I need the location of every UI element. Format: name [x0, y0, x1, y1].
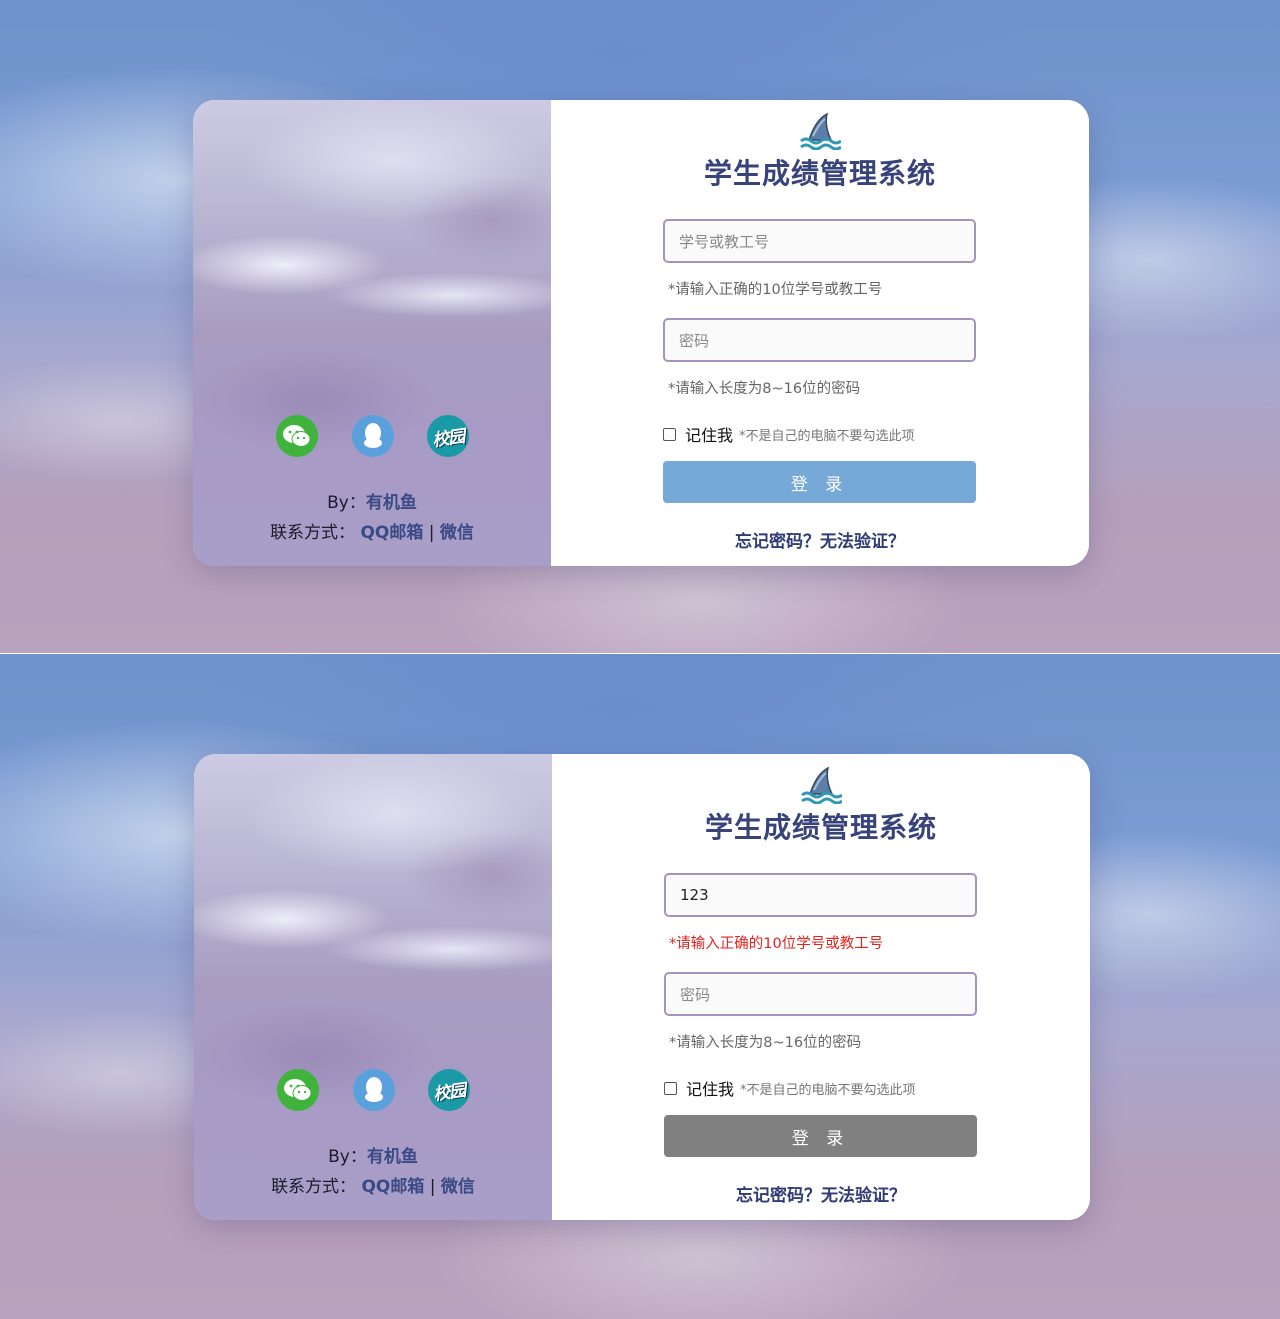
contact-separator: |	[429, 1177, 436, 1197]
contact-wechat-link[interactable]: 微信	[440, 523, 474, 543]
author-name: 有机鱼	[365, 493, 417, 513]
remember-me-label[interactable]: 记住我	[685, 422, 733, 446]
contact-email-link[interactable]: QQ邮箱	[361, 1177, 424, 1197]
shark-fin-logo-icon	[800, 112, 841, 150]
remember-me-note: *不是自己的电脑不要勾选此项	[739, 428, 915, 444]
username-input[interactable]: 123	[664, 873, 977, 917]
login-screen-default: 校园 By：有机鱼 联系方式： QQ邮箱 | 微信 学生成绩管理系统 学号或教工…	[0, 0, 1280, 653]
contact-email-link[interactable]: QQ邮箱	[360, 523, 423, 543]
decorative-panel: 校园 By：有机鱼 联系方式： QQ邮箱 | 微信	[193, 100, 551, 566]
author-name: 有机鱼	[366, 1147, 418, 1167]
username-hint: *请输入正确的10位学号或教工号	[668, 282, 883, 298]
contact-prefix: 联系方式：	[271, 1177, 357, 1197]
username-value: 123	[680, 886, 709, 904]
username-input[interactable]: 学号或教工号	[663, 219, 976, 263]
author-prefix: By：	[328, 1147, 367, 1167]
qq-icon[interactable]	[352, 415, 394, 457]
password-hint: *请输入长度为8~16位的密码	[669, 1035, 862, 1051]
password-hint: *请输入长度为8~16位的密码	[668, 381, 861, 397]
forgot-password-link[interactable]: 忘记密码？无法验证？	[552, 1181, 1090, 1206]
author-prefix: By：	[327, 493, 366, 513]
login-screen-validation: 校园 By：有机鱼 联系方式： QQ邮箱 | 微信 学生成绩管理系统 123 *…	[0, 654, 1280, 1319]
decorative-panel: 校园 By：有机鱼 联系方式： QQ邮箱 | 微信	[194, 754, 552, 1220]
page-title: 学生成绩管理系统	[703, 157, 936, 190]
login-form-panel: 学生成绩管理系统 123 *请输入正确的10位学号或教工号 密码 *请输入长度为…	[552, 754, 1090, 1220]
campus-icon-label: 校园	[431, 426, 466, 451]
author-line: By：有机鱼	[193, 488, 551, 513]
author-line: By：有机鱼	[194, 1142, 552, 1167]
contact-wechat-link[interactable]: 微信	[441, 1177, 475, 1197]
username-placeholder: 学号或教工号	[679, 232, 770, 251]
password-input[interactable]: 密码	[664, 972, 977, 1016]
password-placeholder: 密码	[680, 985, 711, 1004]
wechat-icon[interactable]	[277, 1069, 319, 1111]
wechat-icon[interactable]	[276, 415, 318, 457]
password-placeholder: 密码	[679, 331, 710, 350]
remember-me-label[interactable]: 记住我	[686, 1076, 734, 1100]
password-input[interactable]: 密码	[663, 318, 976, 362]
shark-fin-logo-icon	[801, 766, 842, 804]
remember-me-checkbox[interactable]	[664, 1081, 677, 1095]
login-card: 校园 By：有机鱼 联系方式： QQ邮箱 | 微信 学生成绩管理系统 学号或教工…	[193, 100, 1089, 566]
campus-icon-label: 校园	[432, 1080, 467, 1105]
contact-line: 联系方式： QQ邮箱 | 微信	[193, 518, 551, 543]
campus-icon[interactable]: 校园	[427, 415, 469, 457]
login-button[interactable]: 登 录	[664, 1115, 977, 1157]
contact-line: 联系方式： QQ邮箱 | 微信	[194, 1172, 552, 1197]
login-form-panel: 学生成绩管理系统 学号或教工号 *请输入正确的10位学号或教工号 密码 *请输入…	[551, 100, 1089, 566]
remember-me-checkbox[interactable]	[663, 427, 676, 441]
username-hint-error: *请输入正确的10位学号或教工号	[669, 936, 884, 952]
remember-me-note: *不是自己的电脑不要勾选此项	[740, 1082, 916, 1098]
campus-icon[interactable]: 校园	[428, 1069, 470, 1111]
qq-icon[interactable]	[353, 1069, 395, 1111]
remember-me-row: 记住我 *不是自己的电脑不要勾选此项	[663, 422, 915, 446]
contact-separator: |	[428, 523, 435, 543]
login-card: 校园 By：有机鱼 联系方式： QQ邮箱 | 微信 学生成绩管理系统 123 *…	[194, 754, 1090, 1220]
remember-me-row: 记住我 *不是自己的电脑不要勾选此项	[664, 1076, 916, 1100]
page-title: 学生成绩管理系统	[704, 811, 937, 844]
forgot-password-link[interactable]: 忘记密码？无法验证？	[551, 527, 1089, 552]
login-button[interactable]: 登 录	[663, 461, 976, 503]
contact-prefix: 联系方式：	[270, 523, 356, 543]
